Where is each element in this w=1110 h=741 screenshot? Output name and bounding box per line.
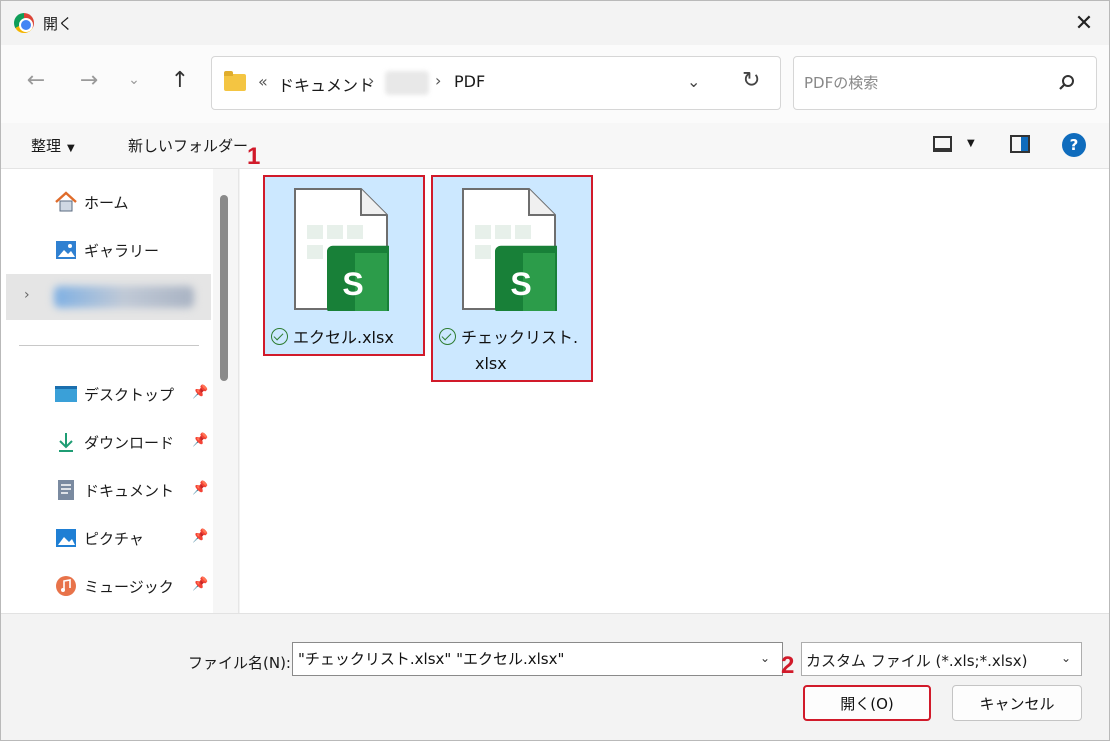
chevron-down-icon: ⌄ — [128, 72, 140, 88]
sidebar-scrollbar[interactable] — [213, 169, 239, 613]
arrow-left-icon: ← — [26, 67, 46, 93]
address-bar[interactable]: « ドキュメント › › PDF ⌄ ↻ — [211, 56, 781, 110]
scrollbar-thumb[interactable] — [220, 195, 228, 381]
sidebar-item-onedrive-account[interactable]: › — [6, 274, 211, 320]
chevron-down-icon[interactable]: ⌄ — [1061, 651, 1071, 665]
close-icon: ✕ — [1074, 10, 1094, 36]
sidebar-item-documents[interactable]: ドキュメント 📌 — [6, 467, 211, 513]
file-list: S エクセル.xlsx S チェックリスト. xlsx 1 — [240, 143, 1109, 613]
breadcrumb-documents[interactable]: ドキュメント — [278, 72, 374, 96]
blurred-account-name — [54, 286, 194, 308]
sidebar-item-pictures[interactable]: ピクチャ 📌 — [6, 515, 211, 561]
folder-icon — [224, 71, 246, 91]
up-button[interactable]: ↑ — [165, 65, 195, 95]
navigation-pane: ホーム ギャラリー › デスクトップ 📌 ダウンロード 📌 ドキュメント 📌 ピ… — [1, 169, 213, 613]
pin-icon[interactable]: 📌 — [192, 529, 208, 544]
preview-pane-icon[interactable] — [1010, 135, 1030, 153]
sidebar-item-label: デスクトップ — [84, 386, 175, 404]
view-options-icon[interactable] — [933, 136, 952, 152]
pin-icon[interactable]: 📌 — [192, 577, 208, 592]
search-input[interactable] — [804, 71, 1044, 95]
step-1-label: 1 — [247, 143, 261, 170]
refresh-button[interactable]: ↻ — [742, 68, 760, 93]
sidebar-divider — [19, 345, 199, 346]
recent-locations-button[interactable]: ⌄ — [119, 65, 149, 95]
sidebar-item-label: ホーム — [84, 194, 129, 212]
search-box[interactable] — [793, 56, 1097, 110]
sidebar-item-home[interactable]: ホーム — [6, 179, 211, 225]
close-button[interactable]: ✕ — [1067, 7, 1101, 39]
breadcrumb-hidden-folder[interactable] — [385, 71, 429, 95]
filename-combobox[interactable]: ⌄ — [292, 642, 783, 676]
sidebar-item-label: ピクチャ — [84, 530, 144, 548]
documents-icon — [58, 480, 74, 500]
step-2-label: 2 — [781, 652, 795, 679]
sidebar-item-label: ギャラリー — [84, 242, 160, 260]
refresh-icon: ↻ — [742, 68, 761, 93]
title-bar: 開く ✕ — [1, 1, 1109, 45]
help-icon[interactable]: ? — [1062, 133, 1086, 157]
organize-menu[interactable]: 整理 ▼ — [31, 135, 75, 156]
caret-down-icon: ▼ — [67, 143, 75, 154]
desktop-icon — [55, 386, 77, 402]
arrow-up-icon: ↑ — [170, 67, 190, 93]
pin-icon[interactable]: 📌 — [192, 481, 208, 496]
music-icon — [56, 576, 76, 596]
sidebar-item-label: ドキュメント — [84, 482, 175, 500]
highlight-box-step1 — [431, 175, 593, 382]
sidebar-item-music[interactable]: ミュージック 📌 — [6, 563, 211, 609]
filename-field[interactable] — [298, 649, 748, 667]
filetype-select[interactable]: カスタム ファイル (*.xls;*.xlsx) ⌄ — [801, 642, 1082, 676]
sidebar-item-downloads[interactable]: ダウンロード 📌 — [6, 419, 211, 465]
new-folder-button[interactable]: 新しいフォルダー — [128, 135, 248, 156]
sidebar-item-gallery[interactable]: ギャラリー — [6, 227, 211, 273]
breadcrumb-overflow[interactable]: « — [258, 72, 268, 91]
pin-icon[interactable]: 📌 — [192, 433, 208, 448]
breadcrumb-pdf[interactable]: PDF — [454, 72, 485, 91]
forward-button[interactable]: → — [74, 65, 104, 95]
chrome-icon — [14, 13, 34, 33]
organize-label: 整理 — [31, 137, 62, 155]
caret-down-icon[interactable]: ▼ — [967, 138, 975, 149]
filename-label: ファイル名(N): — [188, 654, 291, 672]
dialog-title: 開く — [43, 15, 74, 33]
chevron-down-icon[interactable]: ⌄ — [760, 651, 770, 665]
open-button[interactable]: 開く(O) — [803, 685, 931, 721]
breadcrumb-separator[interactable]: › — [435, 71, 441, 90]
sidebar-item-label: ミュージック — [84, 578, 174, 596]
highlight-box-step1 — [263, 175, 425, 356]
sidebar-item-label: ダウンロード — [84, 434, 175, 452]
cancel-button[interactable]: キャンセル — [952, 685, 1082, 721]
navigation-bar: ← → ⌄ ↑ « ドキュメント › › PDF ⌄ ↻ — [1, 45, 1109, 123]
pictures-icon — [56, 529, 76, 547]
pin-icon[interactable]: 📌 — [192, 385, 208, 400]
gallery-icon — [56, 241, 76, 259]
sidebar-item-desktop[interactable]: デスクトップ 📌 — [6, 371, 211, 417]
breadcrumb-separator[interactable]: › — [368, 71, 374, 90]
address-history-dropdown[interactable]: ⌄ — [687, 72, 700, 91]
home-icon — [55, 191, 77, 212]
chevron-down-icon: ⌄ — [687, 72, 701, 91]
dialog-footer: ファイル名(N): ⌄ カスタム ファイル (*.xls;*.xlsx) ⌄ 2… — [1, 613, 1109, 740]
back-button[interactable]: ← — [21, 65, 51, 95]
search-icon[interactable] — [1058, 74, 1076, 92]
arrow-right-icon: → — [79, 67, 99, 93]
filetype-value: カスタム ファイル (*.xls;*.xlsx) — [806, 652, 1028, 670]
chevron-right-icon[interactable]: › — [24, 287, 30, 303]
command-bar: 整理 ▼ 新しいフォルダー ▼ ? — [1, 123, 1109, 169]
open-file-dialog: 開く ✕ ← → ⌄ ↑ « ドキュメント › › PDF ⌄ ↻ 整理 ▼ — [0, 0, 1110, 741]
download-icon — [59, 433, 73, 452]
